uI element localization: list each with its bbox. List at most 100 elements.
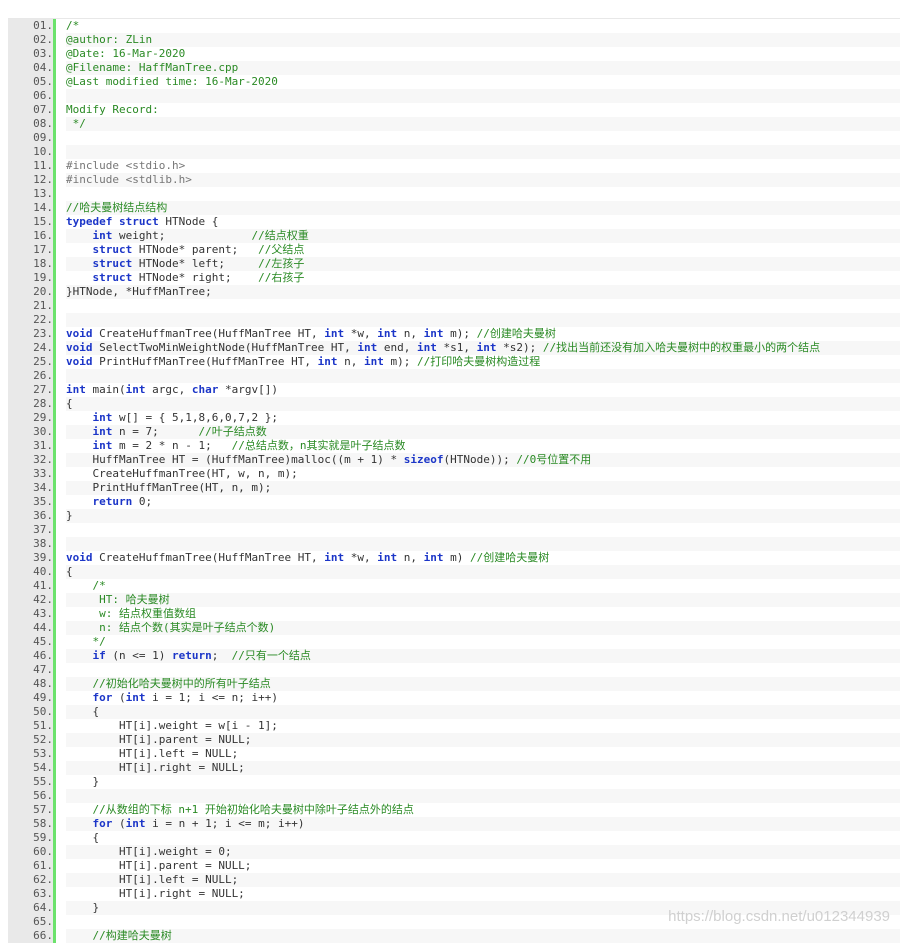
- code-line: 17. struct HTNode* parent; //父结点: [8, 243, 900, 257]
- gutter-divider: [53, 873, 56, 887]
- code-line: 53. HT[i].left = NULL;: [8, 747, 900, 761]
- gutter-divider: [53, 145, 56, 159]
- keyword-token: int: [476, 341, 497, 354]
- gutter-divider: [53, 691, 56, 705]
- gutter-divider: [53, 579, 56, 593]
- line-number: 30.: [8, 425, 53, 439]
- code-text: HT[i].weight = w[i - 1];: [66, 719, 900, 733]
- code-token: HT[i].parent = NULL;: [66, 733, 252, 746]
- code-line: 57. //从数组的下标 n+1 开始初始化哈夫曼树中除叶子结点外的结点: [8, 803, 900, 817]
- code-line: 40. {: [8, 565, 900, 579]
- comment-token: //右孩子: [258, 271, 305, 284]
- line-number-text: 62.: [33, 873, 53, 886]
- code-line: 15. typedef struct HTNode {: [8, 215, 900, 229]
- code-token: *s2);: [496, 341, 543, 354]
- code-token: PrintHuffManTree(HT, n, m);: [66, 481, 272, 494]
- code-token: }: [66, 901, 100, 914]
- code-text: for (int i = n + 1; i <= m; i++): [66, 817, 900, 831]
- keyword-token: struct: [92, 243, 133, 256]
- code-text: */: [66, 635, 900, 649]
- line-number-text: 06.: [33, 89, 53, 102]
- code-text: }HTNode, *HuffManTree;: [66, 285, 900, 299]
- code-line: 39. void CreateHuffmanTree(HuffManTree HT…: [8, 551, 900, 565]
- code-text: [66, 145, 900, 159]
- gutter-divider: [53, 19, 56, 33]
- gutter-divider: [53, 915, 56, 929]
- line-number-text: 20.: [33, 285, 53, 298]
- line-number-text: 05.: [33, 75, 53, 88]
- code-text: //初始化哈夫曼树中的所有叶子结点: [66, 677, 900, 691]
- line-number: 16.: [8, 229, 53, 243]
- gutter-divider: [53, 789, 56, 803]
- line-number: 15.: [8, 215, 53, 229]
- gutter-divider: [53, 621, 56, 635]
- line-number: 49.: [8, 691, 53, 705]
- code-text: //构建哈夫曼树: [66, 929, 900, 943]
- comment-token: */: [66, 635, 106, 648]
- keyword-token: return: [171, 649, 212, 662]
- code-token: n,: [397, 551, 424, 564]
- code-token: }HTNode, *HuffManTree;: [66, 285, 212, 298]
- gutter-divider: [53, 117, 56, 131]
- line-number: 31.: [8, 439, 53, 453]
- keyword-token: if: [92, 649, 106, 662]
- code-line: 04. @Filename: HaffManTree.cpp: [8, 61, 900, 75]
- gutter-divider: [53, 593, 56, 607]
- code-text: struct HTNode* left; //左孩子: [66, 257, 900, 271]
- line-number: 28.: [8, 397, 53, 411]
- keyword-token: int: [125, 691, 146, 704]
- line-number-text: 65.: [33, 915, 53, 928]
- code-text: int weight; //结点权重: [66, 229, 900, 243]
- line-number-text: 45.: [33, 635, 53, 648]
- line-number: 14.: [8, 201, 53, 215]
- gutter-divider: [53, 243, 56, 257]
- code-token: (n <= 1): [105, 649, 172, 662]
- line-number-text: 61.: [33, 859, 53, 872]
- line-number: 33.: [8, 467, 53, 481]
- comment-token: /*: [66, 19, 80, 32]
- line-number-text: 09.: [33, 131, 53, 144]
- keyword-token: int: [377, 327, 398, 340]
- code-token: HT[i].right = NULL;: [66, 761, 245, 774]
- code-line: 27. int main(int argc, char *argv[]): [8, 383, 900, 397]
- code-text: return 0;: [66, 495, 900, 509]
- code-token: HT[i].left = NULL;: [66, 747, 239, 760]
- gutter-divider: [53, 677, 56, 691]
- code-text: int m = 2 * n - 1; //总结点数，n其实就是叶子结点数: [66, 439, 900, 453]
- keyword-token: int: [357, 341, 378, 354]
- line-number: 04.: [8, 61, 53, 75]
- line-number: 39.: [8, 551, 53, 565]
- keyword-token: int: [324, 551, 345, 564]
- line-number-text: 66.: [33, 929, 53, 942]
- code-line: 25. void PrintHuffManTree(HuffManTree HT,…: [8, 355, 900, 369]
- line-number-text: 33.: [33, 467, 53, 480]
- comment-token: w: 结点权重值数组: [66, 607, 196, 620]
- code-token: HTNode* right;: [132, 271, 259, 284]
- code-line: 12. #include <stdlib.h>: [8, 173, 900, 187]
- code-token: HT[i].left = NULL;: [66, 873, 239, 886]
- line-number: 01.: [8, 19, 53, 33]
- comment-token: /*: [92, 579, 106, 592]
- line-number-text: 01.: [33, 19, 53, 32]
- keyword-token: int: [423, 551, 444, 564]
- code-line: 54. HT[i].right = NULL;: [8, 761, 900, 775]
- code-line: 51. HT[i].weight = w[i - 1];: [8, 719, 900, 733]
- code-line: 50. {: [8, 705, 900, 719]
- line-number: 59.: [8, 831, 53, 845]
- code-token: {: [66, 705, 100, 718]
- gutter-divider: [53, 159, 56, 173]
- code-line: 28. {: [8, 397, 900, 411]
- line-number: 53.: [8, 747, 53, 761]
- line-number-text: 08.: [33, 117, 53, 130]
- keyword-token: int: [92, 425, 113, 438]
- code-line: 38.: [8, 537, 900, 551]
- code-text: typedef struct HTNode {: [66, 215, 900, 229]
- code-text: HT[i].parent = NULL;: [66, 733, 900, 747]
- code-token: }: [66, 775, 100, 788]
- keyword-token: int: [324, 327, 345, 340]
- line-number: 09.: [8, 131, 53, 145]
